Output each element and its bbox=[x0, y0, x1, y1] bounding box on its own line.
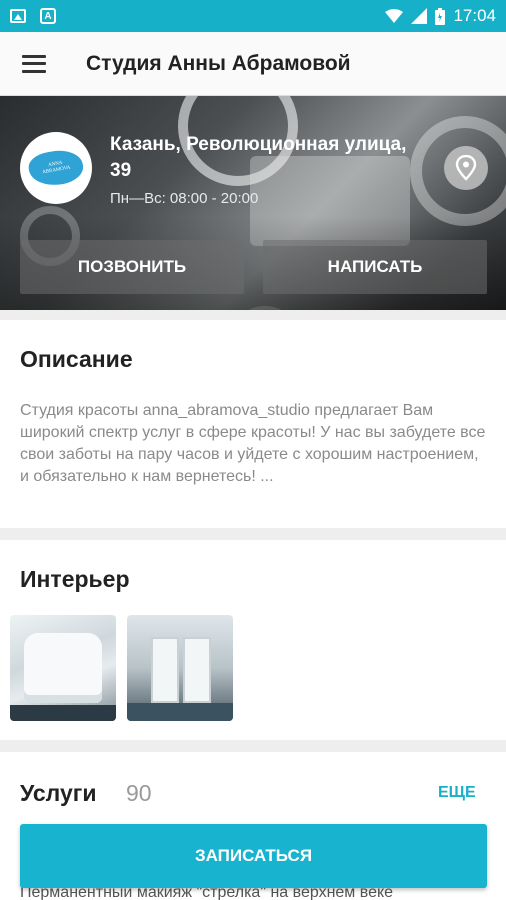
description-title: Описание bbox=[20, 346, 133, 372]
page-title: Студия Анны Абрамовой bbox=[86, 51, 351, 75]
studio-logo: ANNA ABRAMOVA bbox=[20, 132, 92, 204]
wifi-icon bbox=[385, 9, 404, 23]
app-notification-icon: A bbox=[40, 8, 56, 24]
interior-photo[interactable] bbox=[127, 615, 233, 721]
hamburger-menu-icon[interactable] bbox=[22, 54, 46, 73]
app-bar: Студия Анны Абрамовой bbox=[0, 32, 506, 96]
studio-address: Казань, Революционная улица, 39 bbox=[110, 134, 407, 181]
more-services-link[interactable]: ЕЩЕ bbox=[438, 784, 476, 802]
interior-photo[interactable] bbox=[10, 615, 116, 721]
gallery-notification-icon bbox=[10, 9, 26, 23]
description-text[interactable]: Студия красоты anna_abramova_studio пред… bbox=[20, 400, 490, 488]
clock: 17:04 bbox=[453, 6, 496, 25]
interior-title: Интерьер bbox=[20, 566, 130, 592]
description-card: Описание Студия красоты anna_abramova_st… bbox=[0, 320, 506, 528]
signal-icon bbox=[411, 8, 428, 24]
call-button[interactable]: ПОЗВОНИТЬ bbox=[20, 240, 244, 294]
location-pin-icon bbox=[455, 155, 477, 181]
map-location-button[interactable] bbox=[444, 146, 488, 190]
status-bar: A 17:04 bbox=[0, 0, 506, 32]
working-hours: Пн—Вс: 08:00 - 20:00 bbox=[110, 190, 259, 207]
write-message-button[interactable]: НАПИСАТЬ bbox=[263, 240, 487, 294]
interior-card: Интерьер bbox=[0, 540, 506, 740]
services-count: 90 bbox=[126, 780, 152, 806]
battery-icon bbox=[435, 7, 446, 25]
book-appointment-button[interactable]: ЗАПИСАТЬСЯ bbox=[20, 824, 487, 888]
services-title: Услуги bbox=[20, 780, 97, 806]
